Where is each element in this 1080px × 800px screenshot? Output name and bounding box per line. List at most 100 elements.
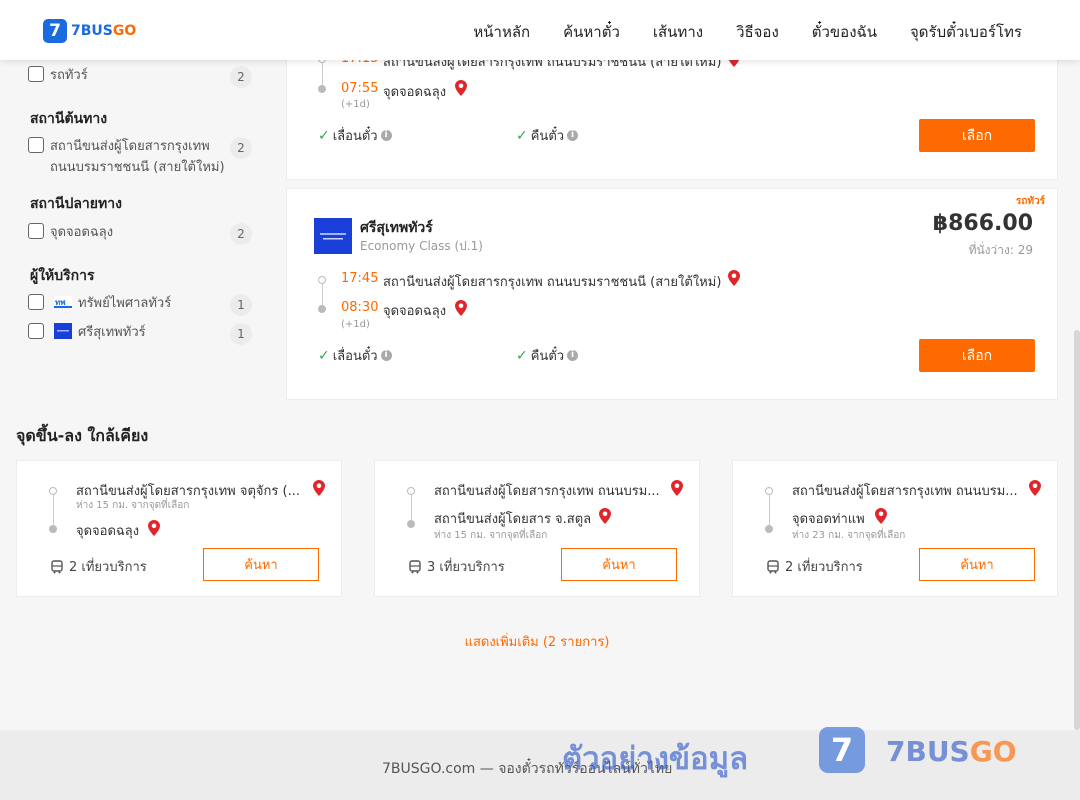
filter-label: สถานีขนส่งผู้โดยสารกรุงเทพ ถนนบรมราชชนนี… — [50, 139, 225, 175]
trip-count-label: 3 เที่ยวบริการ — [427, 560, 505, 575]
checkbox[interactable] — [28, 294, 44, 310]
info-icon[interactable]: i — [380, 350, 392, 361]
trip-card: 17:15 สถานีขนส่งผู้โดยสารกรุงเทพ ถนนบรมร… — [286, 40, 1058, 180]
location-pin-icon[interactable] — [875, 508, 887, 524]
nearby-to: จุดจอดฉลุง — [76, 524, 140, 539]
operator-name: ศรีสุเทพทัวร์ — [360, 220, 433, 236]
location-pin-icon[interactable] — [599, 508, 611, 524]
search-button[interactable]: ค้นหา — [919, 548, 1035, 581]
trip-count: 2 เที่ยวบริการ — [766, 556, 863, 577]
nav-my-tickets[interactable]: ตั๋วของฉัน — [812, 20, 877, 44]
refund-feature: ✓ คืนตั๋ว i — [516, 125, 579, 146]
check-icon: ✓ — [516, 347, 528, 364]
filter-count: 1 — [230, 294, 252, 316]
nearby-card: สถานีขนส่งผู้โดยสารกรุงเทพ ถนนบรม... จุด… — [732, 460, 1058, 597]
arrive-dot — [318, 85, 326, 93]
origin-title: สถานีต้นทาง — [30, 111, 108, 127]
feature-label: คืนตั๋ว — [530, 129, 565, 144]
nav-pickup-points[interactable]: จุดรับตั๋วเบอร์โทร — [910, 20, 1022, 44]
nearby-card: สถานีขนส่งผู้โดยสารกรุงเทพ จตุจักร (... … — [16, 460, 342, 597]
nearby-title: จุดขึ้น-ลง ใกล้เคียง — [16, 426, 149, 445]
scrollbar[interactable] — [1074, 330, 1080, 730]
bus-class: Economy Class (ป.1) — [360, 239, 483, 253]
check-icon: ✓ — [318, 347, 330, 364]
checkbox[interactable] — [28, 137, 44, 153]
location-pin-icon[interactable] — [455, 80, 467, 96]
checkbox[interactable] — [28, 323, 44, 339]
nearby-distance: ห่าง 15 กม. จากจุดที่เลือก — [76, 500, 190, 511]
trip-card: รถทัวร์ ศรีสุเทพทัวร์ Economy Class (ป.1… — [286, 188, 1058, 400]
nearby-from: สถานีขนส่งผู้โดยสารกรุงเทพ ถนนบรม... — [434, 484, 660, 499]
trip-count-label: 2 เที่ยวบริการ — [69, 560, 147, 575]
from-dot — [49, 487, 57, 495]
search-button[interactable]: ค้นหา — [203, 548, 319, 581]
trip-count: 2 เที่ยวบริการ — [50, 556, 147, 577]
arrive-dot — [318, 305, 326, 313]
reschedule-feature: ✓ เลื่อนตั๋ว i — [318, 125, 392, 146]
svg-text:ทพ: ทพ — [55, 298, 66, 307]
timeline-line — [410, 495, 412, 521]
top-header: 7 7BUSGO หน้าหลัก ค้นหาตั๋ว เส้นทาง วิธี… — [0, 0, 1080, 60]
logo-name-accent: GO — [112, 23, 137, 39]
check-icon: ✓ — [516, 127, 528, 144]
search-button[interactable]: ค้นหา — [561, 548, 677, 581]
location-pin-icon[interactable] — [455, 300, 467, 316]
logo-name-main: 7BUS — [71, 23, 113, 39]
category-tag: รถทัวร์ — [1015, 196, 1045, 207]
arrive-time: 08:30 — [341, 300, 379, 315]
watermark-brand-main: 7BUS — [886, 735, 970, 768]
location-pin-icon[interactable] — [1029, 480, 1041, 496]
timeline-line — [321, 284, 323, 305]
nearby-card: สถานีขนส่งผู้โดยสารกรุงเทพ ถนนบรม... สถา… — [374, 460, 700, 597]
nav-home[interactable]: หน้าหลัก — [473, 20, 530, 44]
filter-label: ทรัพย์ไพศาลทัวร์ — [78, 296, 172, 311]
nav-routes[interactable]: เส้นทาง — [653, 20, 703, 44]
from-dot — [407, 487, 415, 495]
seats-available: ที่นั่งว่าง: 29 — [968, 243, 1033, 257]
watermark-text: ตัวอย่างข้อมูล — [562, 741, 749, 777]
logo-text: 7BUSGO — [71, 23, 136, 39]
location-pin-icon[interactable] — [313, 480, 325, 496]
destination-title: สถานีปลายทาง — [30, 196, 122, 212]
nav-search-ticket[interactable]: ค้นหาตั๋ว — [563, 20, 620, 44]
location-pin-icon[interactable] — [671, 480, 683, 496]
location-pin-icon[interactable] — [148, 520, 160, 536]
arrive-place: จุดจอดฉลุง — [383, 304, 447, 319]
filter-count: 2 — [230, 66, 252, 88]
nav-how-to-book[interactable]: วิธีจอง — [736, 20, 779, 44]
filter-label: ศรีสุเทพทัวร์ — [78, 325, 146, 340]
to-dot — [765, 525, 773, 533]
location-pin-icon[interactable] — [728, 270, 740, 286]
site-logo[interactable]: 7 7BUSGO — [43, 19, 136, 43]
feature-label: คืนตั๋ว — [530, 349, 565, 364]
refund-feature: ✓ คืนตั๋ว i — [516, 345, 579, 366]
show-more-link[interactable]: แสดงเพิ่มเติม (2 รายการ) — [0, 631, 1074, 652]
to-dot — [49, 525, 57, 533]
checkbox[interactable] — [28, 223, 44, 239]
from-dot — [765, 487, 773, 495]
nearby-from: สถานีขนส่งผู้โดยสารกรุงเทพ ถนนบรม... — [792, 484, 1018, 499]
depart-place: สถานีขนส่งผู้โดยสารกรุงเทพ ถนนบรมราชชนนี… — [383, 275, 722, 290]
timeline-line — [768, 495, 770, 525]
depart-dot — [318, 276, 326, 284]
next-day-note: (+1d) — [341, 99, 370, 110]
check-icon: ✓ — [318, 127, 330, 144]
arrive-place: จุดจอดฉลุง — [383, 85, 447, 100]
watermark-logo: 7BUSGO — [886, 735, 1017, 768]
info-icon[interactable]: i — [567, 350, 579, 361]
filter-count: 1 — [230, 323, 252, 345]
depart-time: 17:45 — [341, 271, 379, 286]
info-icon[interactable]: i — [567, 130, 579, 141]
select-button[interactable]: เลือก — [919, 119, 1035, 152]
info-icon[interactable]: i — [380, 130, 392, 141]
timeline-line — [321, 63, 323, 85]
filter-label: รถทัวร์ — [50, 68, 88, 83]
select-button[interactable]: เลือก — [919, 339, 1035, 372]
filter-label: จุดจอดฉลุง — [50, 225, 114, 240]
reschedule-feature: ✓ เลื่อนตั๋ว i — [318, 345, 392, 366]
checkbox[interactable] — [28, 66, 44, 82]
timeline-line — [52, 495, 54, 525]
filter-count: 2 — [230, 137, 252, 159]
bus-icon — [51, 559, 63, 573]
operator-logo-icon — [314, 218, 352, 254]
